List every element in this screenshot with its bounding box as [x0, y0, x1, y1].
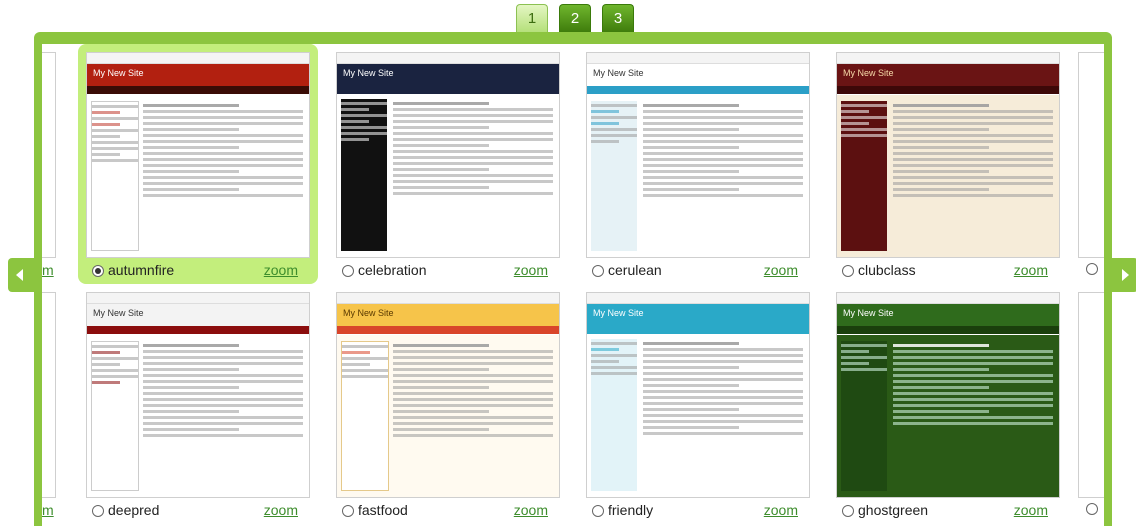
theme-name: autumnfire — [108, 262, 175, 278]
partial-zoom-link[interactable]: m — [42, 262, 54, 278]
zoom-link[interactable]: zoom — [764, 502, 798, 518]
partial-theme-radio[interactable] — [1086, 503, 1098, 515]
theme-card-friendly[interactable]: My New Site friendly zoom — [578, 284, 818, 524]
page-tab-2[interactable]: 2 — [559, 4, 591, 32]
previous-arrow-button[interactable] — [8, 258, 34, 292]
theme-name: friendly — [608, 502, 654, 518]
partial-theme-thumbnail[interactable] — [1078, 292, 1104, 498]
partial-theme-thumbnail[interactable] — [42, 292, 56, 498]
partial-theme-radio[interactable] — [1086, 263, 1098, 275]
theme-card-clubclass[interactable]: My New Site clubclass zoom — [828, 44, 1068, 284]
theme-card-autumnfire[interactable]: My New Site autumnfire zoom — [78, 44, 318, 284]
pagination-tabs: 1 2 3 — [516, 4, 634, 32]
page-tab-1[interactable]: 1 — [516, 4, 548, 32]
theme-thumbnail[interactable]: My New Site — [336, 52, 560, 258]
theme-card-deepred[interactable]: My New Site deepred zoom — [78, 284, 318, 524]
theme-radio[interactable] — [92, 265, 104, 277]
theme-radio[interactable] — [592, 265, 604, 277]
theme-thumbnail[interactable]: My New Site — [336, 292, 560, 498]
theme-thumbnail[interactable]: My New Site — [586, 52, 810, 258]
theme-name: fastfood — [358, 502, 408, 518]
theme-radio[interactable] — [342, 505, 354, 517]
theme-radio[interactable] — [92, 505, 104, 517]
zoom-link[interactable]: zoom — [514, 262, 548, 278]
theme-name: cerulean — [608, 262, 662, 278]
theme-radio[interactable] — [592, 505, 604, 517]
partial-theme-thumbnail[interactable] — [1078, 52, 1104, 258]
theme-name: clubclass — [858, 262, 916, 278]
theme-thumbnail[interactable]: My New Site — [86, 52, 310, 258]
theme-thumbnail[interactable]: My New Site — [836, 52, 1060, 258]
theme-card-celebration[interactable]: My New Site celebration zoom — [328, 44, 568, 284]
theme-name: celebration — [358, 262, 427, 278]
chevron-right-icon — [1122, 269, 1129, 281]
theme-radio[interactable] — [842, 265, 854, 277]
zoom-link[interactable]: zoom — [1014, 262, 1048, 278]
zoom-link[interactable]: zoom — [764, 262, 798, 278]
theme-card-fastfood[interactable]: My New Site fastfood zoom — [328, 284, 568, 524]
theme-radio[interactable] — [842, 505, 854, 517]
zoom-link[interactable]: zoom — [1014, 502, 1048, 518]
zoom-link[interactable]: zoom — [264, 502, 298, 518]
theme-radio[interactable] — [342, 265, 354, 277]
theme-gallery: m m My New Site autumnfire zoom My New S… — [42, 44, 1104, 526]
theme-thumbnail[interactable]: My New Site — [86, 292, 310, 498]
theme-name: deepred — [108, 502, 160, 518]
theme-thumbnail[interactable]: My New Site — [586, 292, 810, 498]
zoom-link[interactable]: zoom — [514, 502, 548, 518]
chevron-left-icon — [16, 269, 23, 281]
theme-name: ghostgreen — [858, 502, 929, 518]
partial-theme-thumbnail[interactable] — [42, 52, 56, 258]
next-arrow-button[interactable] — [1112, 258, 1136, 292]
theme-thumbnail[interactable]: My New Site — [836, 292, 1060, 498]
theme-card-cerulean[interactable]: My New Site cerulean zoom — [578, 44, 818, 284]
zoom-link[interactable]: zoom — [264, 262, 298, 278]
page-tab-3[interactable]: 3 — [602, 4, 634, 32]
partial-zoom-link[interactable]: m — [42, 502, 54, 518]
theme-card-ghostgreen[interactable]: My New Site ghostgreen zoom — [828, 284, 1068, 524]
